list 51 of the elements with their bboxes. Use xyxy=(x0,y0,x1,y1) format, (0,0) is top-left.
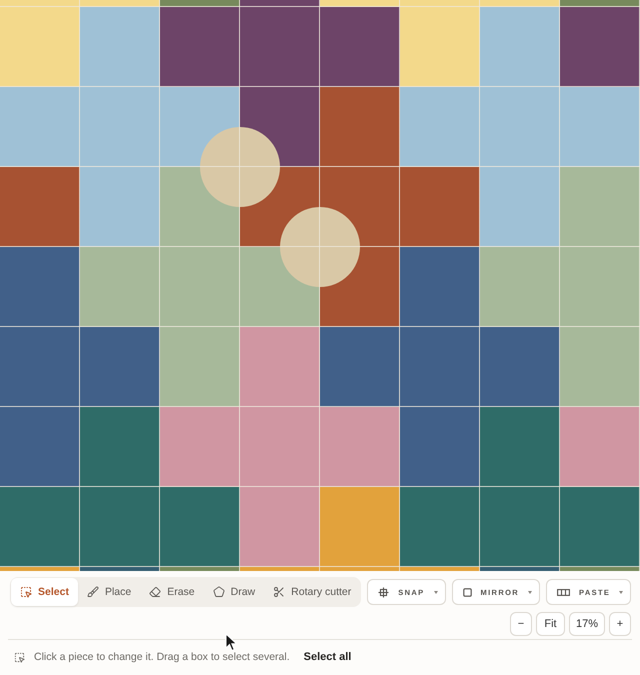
select-icon xyxy=(14,652,25,662)
quilt-square[interactable] xyxy=(0,487,80,567)
quilt-square[interactable] xyxy=(0,327,80,407)
grid-crosshair-icon xyxy=(378,586,390,598)
quilt-square[interactable] xyxy=(0,247,80,327)
quilt-square[interactable] xyxy=(0,167,80,247)
quilt-square[interactable] xyxy=(320,327,400,407)
pentagon-icon xyxy=(212,586,225,598)
quilt-square[interactable] xyxy=(400,407,480,487)
quilt-square[interactable] xyxy=(400,247,480,327)
zoom-in-button[interactable]: + xyxy=(609,612,631,636)
quilt-square[interactable] xyxy=(480,487,560,567)
quilt-square[interactable] xyxy=(400,487,480,567)
quilt-square[interactable] xyxy=(400,167,480,247)
tool-button[interactable]: Erase xyxy=(140,578,204,606)
caret-icon xyxy=(528,590,532,594)
quilt-square[interactable] xyxy=(80,327,160,407)
quilt-square[interactable] xyxy=(480,327,560,407)
quilt-square[interactable] xyxy=(480,407,560,487)
segmented-bar-icon xyxy=(557,588,570,596)
caret-icon xyxy=(619,590,624,594)
tool-button[interactable]: Place xyxy=(78,578,140,606)
pointer-cursor-icon xyxy=(225,633,238,652)
tool-button[interactable]: Rotary cutter xyxy=(264,578,360,606)
quilt-square[interactable] xyxy=(160,487,240,567)
quilt-square[interactable] xyxy=(560,487,640,567)
quilt-square[interactable] xyxy=(160,0,240,7)
hint-text: Click a piece to change it. Drag a box to select several. xyxy=(34,651,290,663)
select-all-button[interactable]: Select all xyxy=(304,651,352,663)
quilt-square[interactable] xyxy=(0,407,80,487)
scissors-icon xyxy=(273,586,286,598)
quilt-square[interactable] xyxy=(240,7,320,87)
tool-button[interactable]: Select xyxy=(11,578,78,606)
quilt-square[interactable] xyxy=(560,7,640,87)
tool-button[interactable]: Draw xyxy=(204,578,264,606)
square-icon xyxy=(462,588,472,596)
quilt-square[interactable] xyxy=(240,0,320,7)
fit-button[interactable]: Fit xyxy=(536,612,565,636)
brush-icon xyxy=(86,586,99,598)
quilt-square[interactable] xyxy=(80,487,160,567)
zoom-level-button[interactable]: 17% xyxy=(568,612,605,636)
caret-icon xyxy=(434,590,438,594)
quilt-square[interactable] xyxy=(320,7,400,87)
zoom-out-button[interactable]: − xyxy=(510,612,532,636)
quilt-square[interactable] xyxy=(80,407,160,487)
select-icon xyxy=(20,586,32,598)
quilt-square[interactable] xyxy=(160,7,240,87)
quilt-square[interactable] xyxy=(400,327,480,407)
quilt-square[interactable] xyxy=(560,0,640,7)
eraser-icon xyxy=(149,586,162,598)
quilt-square[interactable] xyxy=(320,87,400,167)
